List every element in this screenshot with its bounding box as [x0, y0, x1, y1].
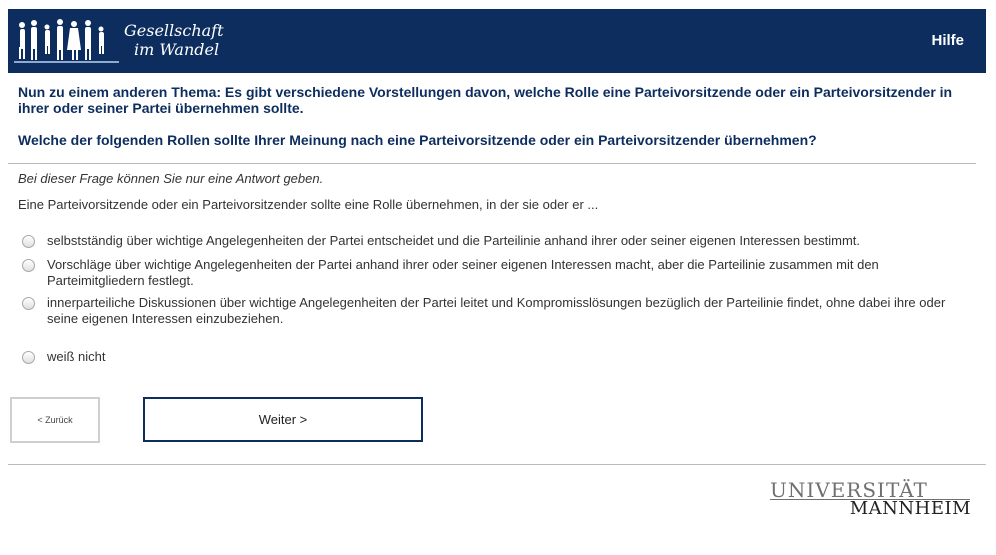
answer-instruction: Bei dieser Frage können Sie nur eine Ant…	[18, 171, 324, 186]
answer-option-1[interactable]: selbstständig über wichtige Angelegenhei…	[22, 233, 972, 249]
logo-line-2: MANNHEIM	[849, 498, 971, 519]
university-logo: UNIVERSITÄT MANNHEIM	[770, 478, 975, 519]
answer-option-3[interactable]: innerparteiliche Diskussionen über wicht…	[22, 295, 972, 327]
question-intro: Nun zu einem anderen Thema: Es gibt vers…	[18, 84, 953, 116]
next-button[interactable]: Weiter >	[143, 397, 423, 442]
question-stem: Eine Parteivorsitzende oder ein Parteivo…	[18, 197, 599, 212]
people-silhouette-logo	[14, 19, 119, 63]
radio-button[interactable]	[22, 351, 35, 364]
answer-option-label: innerparteiliche Diskussionen über wicht…	[47, 295, 946, 326]
help-link[interactable]: Hilfe	[931, 32, 964, 49]
answer-option-dont-know[interactable]: weiß nicht	[22, 349, 972, 365]
question-text: Welche der folgenden Rollen sollte Ihrer…	[18, 132, 817, 148]
answer-option-label: weiß nicht	[47, 349, 106, 364]
answer-option-2[interactable]: Vorschläge über wichtige Angelegenheiten…	[22, 257, 972, 289]
question-block: Nun zu einem anderen Thema: Es gibt vers…	[18, 84, 980, 148]
brand-line-1: Gesellschaft	[124, 21, 224, 40]
divider	[8, 163, 976, 164]
header-banner: Gesellschaft im Wandel Hilfe	[8, 9, 986, 73]
brand-title: Gesellschaft im Wandel	[124, 21, 224, 59]
radio-button[interactable]	[22, 259, 35, 272]
brand-line-2: im Wandel	[134, 40, 220, 59]
footer-divider	[8, 464, 986, 465]
answer-option-label: selbstständig über wichtige Angelegenhei…	[47, 233, 861, 248]
radio-button[interactable]	[22, 297, 35, 310]
back-button[interactable]: < Zurück	[10, 397, 100, 443]
radio-button[interactable]	[22, 235, 35, 248]
answer-option-label: Vorschläge über wichtige Angelegenheiten…	[47, 257, 879, 288]
